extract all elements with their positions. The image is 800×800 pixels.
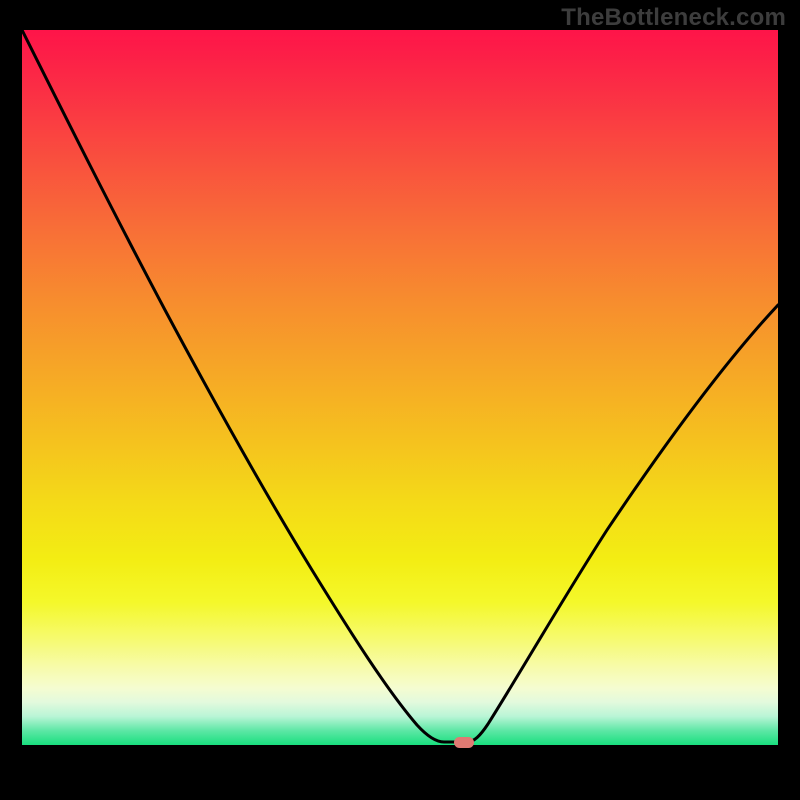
curve-path [22, 30, 778, 742]
watermark-text: TheBottleneck.com [561, 4, 786, 32]
axis-baseline-band [22, 745, 778, 778]
bottleneck-curve [22, 30, 778, 745]
plot-area [22, 30, 778, 778]
optimal-point-marker [454, 737, 474, 748]
chart-container: TheBottleneck.com [0, 0, 800, 800]
